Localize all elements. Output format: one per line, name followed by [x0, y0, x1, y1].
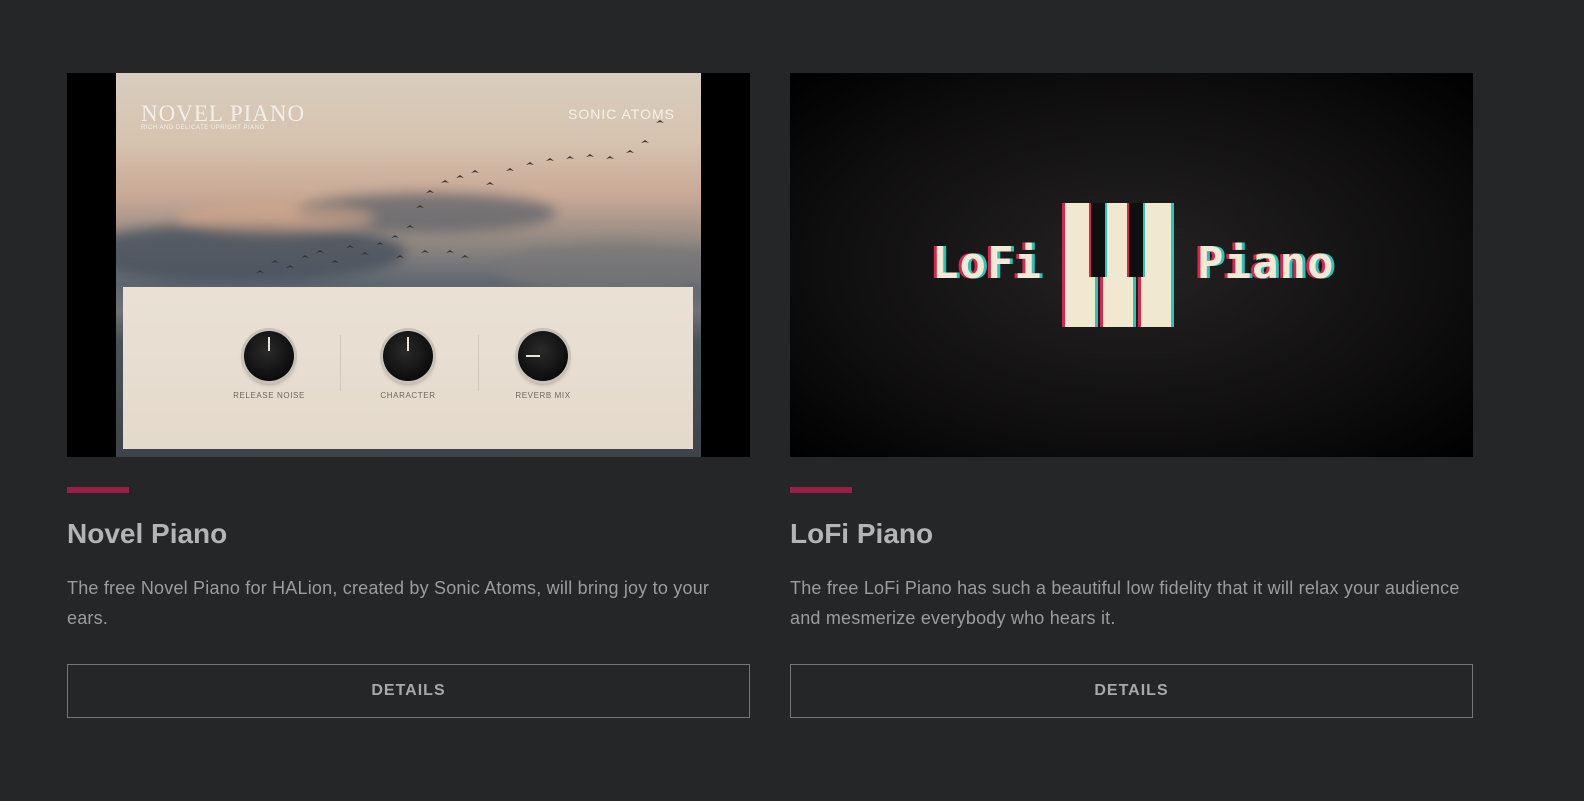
knob-icon: [518, 331, 568, 381]
product-card-lofi-piano: LoFi Piano LoFi Piano The free LoFi Pian…: [790, 73, 1473, 718]
card-description: The free Novel Piano for HALion, created…: [67, 578, 710, 628]
instrument-grid: NOVEL PIANO RICH AND DELICATE UPRIGHT PI…: [67, 73, 1473, 718]
novel-piano-artwork: NOVEL PIANO RICH AND DELICATE UPRIGHT PI…: [116, 73, 701, 457]
accent-bar: [790, 487, 852, 493]
lofi-word-right: Piano: [1197, 238, 1335, 289]
product-card-novel-piano: NOVEL PIANO RICH AND DELICATE UPRIGHT PI…: [67, 73, 750, 718]
knob-label: RELEASE NOISE: [233, 391, 305, 400]
knob-release-noise: RELEASE NOISE: [224, 331, 314, 400]
panel-divider: [340, 335, 341, 391]
birds-flock-icon: [256, 120, 664, 273]
novel-piano-tagline: RICH AND DELICATE UPRIGHT PIANO: [141, 125, 265, 131]
sonic-atoms-brand: SONIC ATOMS: [568, 106, 675, 122]
accent-bar: [67, 487, 129, 493]
lofi-piano-image[interactable]: LoFi Piano: [790, 73, 1473, 457]
details-button[interactable]: DETAILS: [67, 664, 750, 718]
card-title[interactable]: LoFi Piano: [790, 517, 1473, 551]
knob-icon: [383, 331, 433, 381]
novel-piano-logo: NOVEL PIANO: [141, 101, 306, 126]
lofi-word-left: LoFi: [932, 238, 1042, 289]
control-panel: RELEASE NOISE CHARACTER REVERB MIX: [123, 287, 693, 449]
details-button[interactable]: DETAILS: [790, 664, 1473, 718]
knob-label: REVERB MIX: [515, 391, 571, 400]
knob-reverb-mix: REVERB MIX: [498, 331, 588, 400]
panel-divider: [478, 335, 479, 391]
knob-label: CHARACTER: [380, 391, 436, 400]
card-title[interactable]: Novel Piano: [67, 517, 750, 551]
novel-piano-image[interactable]: NOVEL PIANO RICH AND DELICATE UPRIGHT PI…: [67, 73, 750, 457]
knob-character: CHARACTER: [363, 331, 453, 400]
knob-icon: [244, 331, 294, 381]
card-description: The free LoFi Piano has such a beautiful…: [790, 578, 1460, 628]
piano-keys-icon: [1065, 203, 1175, 327]
